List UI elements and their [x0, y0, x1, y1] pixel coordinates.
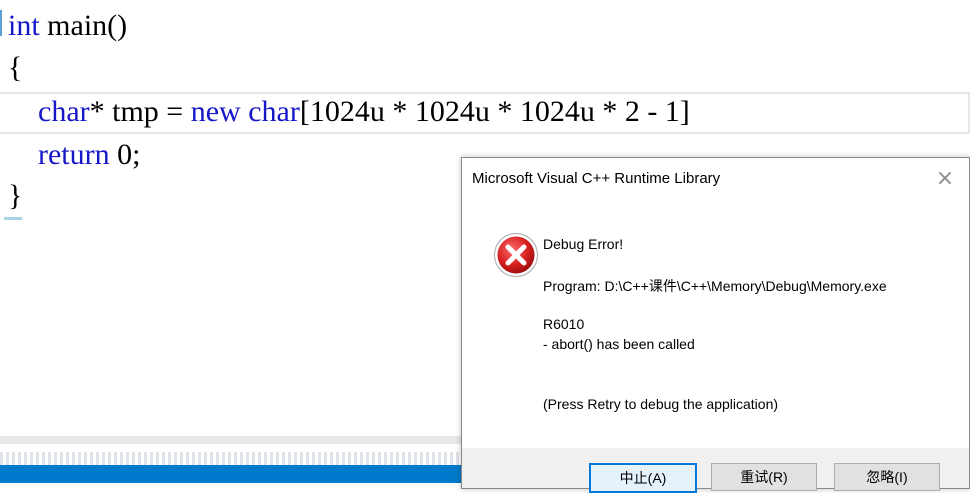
dialog-titlebar[interactable]: Microsoft Visual C++ Runtime Library ×: [462, 158, 969, 200]
keyword-char: char: [248, 95, 300, 128]
code-text: }: [8, 179, 23, 212]
abort-button[interactable]: 中止(A): [589, 463, 697, 493]
keyword-char: char: [38, 95, 90, 128]
code-line-4[interactable]: return 0;: [8, 135, 140, 175]
brace-match-marker: [4, 217, 22, 220]
error-icon: [493, 232, 539, 278]
code-text: {: [8, 51, 23, 84]
dialog-title: Microsoft Visual C++ Runtime Library: [472, 170, 721, 187]
retry-button[interactable]: 重试(R): [711, 463, 817, 491]
error-hint: (Press Retry to debug the application): [543, 396, 779, 412]
keyword-new: new: [190, 95, 241, 128]
close-icon[interactable]: ×: [933, 168, 957, 192]
line-marker: [0, 10, 2, 36]
code-text: 0;: [109, 138, 141, 171]
error-detail: - abort() has been called: [543, 336, 695, 352]
error-code: R6010: [543, 316, 585, 332]
error-heading: Debug Error!: [543, 236, 624, 252]
code-text: [1024u * 1024u * 1024u * 2 - 1]: [299, 95, 690, 128]
code-line-2[interactable]: {: [8, 48, 22, 88]
code-line-1[interactable]: int main(): [8, 6, 127, 46]
error-program-path: Program: D:\C++课件\C++\Memory\Debug\Memor…: [543, 278, 887, 294]
ignore-button[interactable]: 忽略(I): [834, 463, 940, 491]
code-text: main(): [39, 9, 128, 42]
runtime-error-dialog: Microsoft Visual C++ Runtime Library × D…: [461, 157, 970, 493]
code-line-5[interactable]: }: [8, 176, 22, 216]
editor-bottom-stripe: [0, 452, 462, 465]
code-line-3[interactable]: char* tmp = new char[1024u * 1024u * 102…: [8, 92, 690, 132]
keyword-int: int: [8, 9, 40, 42]
keyword-return: return: [38, 138, 110, 171]
code-text: * tmp =: [89, 95, 191, 128]
horizontal-scrollbar[interactable]: [0, 436, 462, 444]
